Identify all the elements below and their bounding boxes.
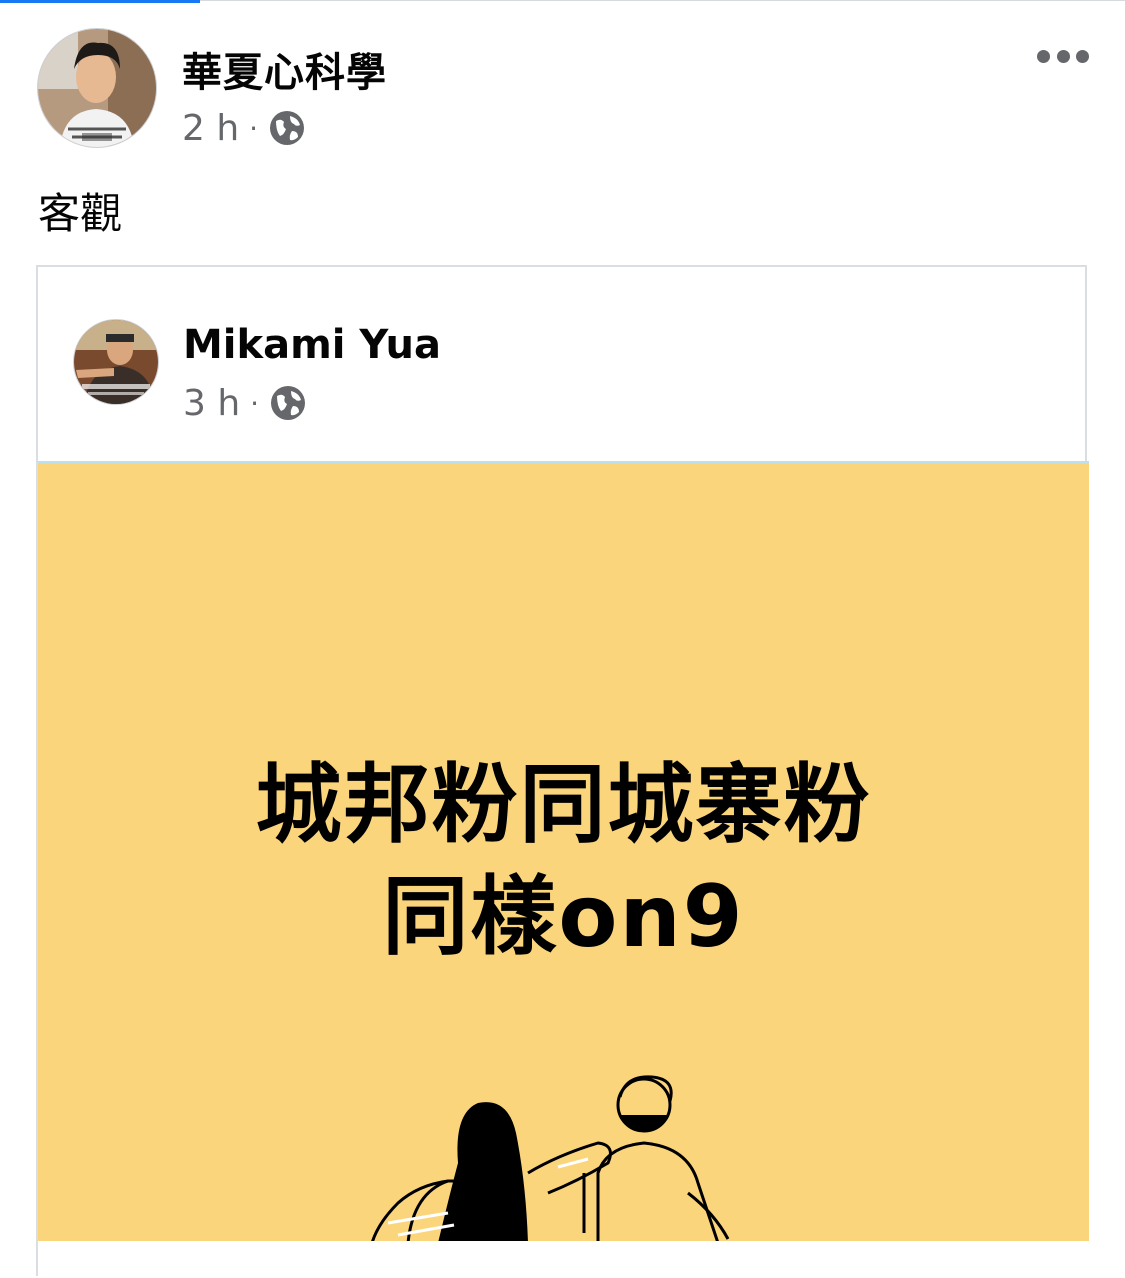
author-name[interactable]: 華夏心科學 — [182, 40, 387, 98]
meta-separator: · — [250, 386, 260, 420]
post-meta: 2 h · — [182, 106, 306, 150]
top-divider — [200, 0, 1125, 1]
globe-icon — [268, 109, 306, 147]
more-options-icon[interactable] — [1037, 44, 1089, 68]
dot — [1056, 49, 1070, 63]
shared-author-avatar[interactable] — [73, 319, 159, 405]
shared-card-footer — [38, 1241, 1089, 1278]
loading-progress-bar — [0, 0, 200, 3]
shared-post-meta: 3 h · — [183, 381, 307, 425]
post-text: 客觀 — [38, 189, 123, 238]
shared-post-timestamp[interactable]: 3 h — [183, 383, 240, 424]
shared-post-card[interactable]: Mikami Yua 3 h · 城邦粉同城寨粉 同樣on9 — [36, 265, 1089, 1278]
couple-illustration — [371, 1075, 730, 1241]
image-caption: 城邦粉同城寨粉 同樣on9 — [38, 749, 1089, 973]
meta-separator: · — [249, 111, 259, 145]
globe-icon — [269, 384, 307, 422]
image-caption-line-1: 城邦粉同城寨粉 — [255, 755, 872, 855]
dot — [1037, 49, 1050, 63]
shared-author-name[interactable]: Mikami Yua — [183, 322, 441, 368]
dot — [1076, 49, 1089, 63]
shared-post-image[interactable]: 城邦粉同城寨粉 同樣on9 — [38, 461, 1089, 1241]
author-avatar[interactable] — [37, 28, 157, 148]
image-caption-line-2: 同樣on9 — [382, 867, 745, 967]
post-timestamp[interactable]: 2 h — [182, 108, 239, 149]
